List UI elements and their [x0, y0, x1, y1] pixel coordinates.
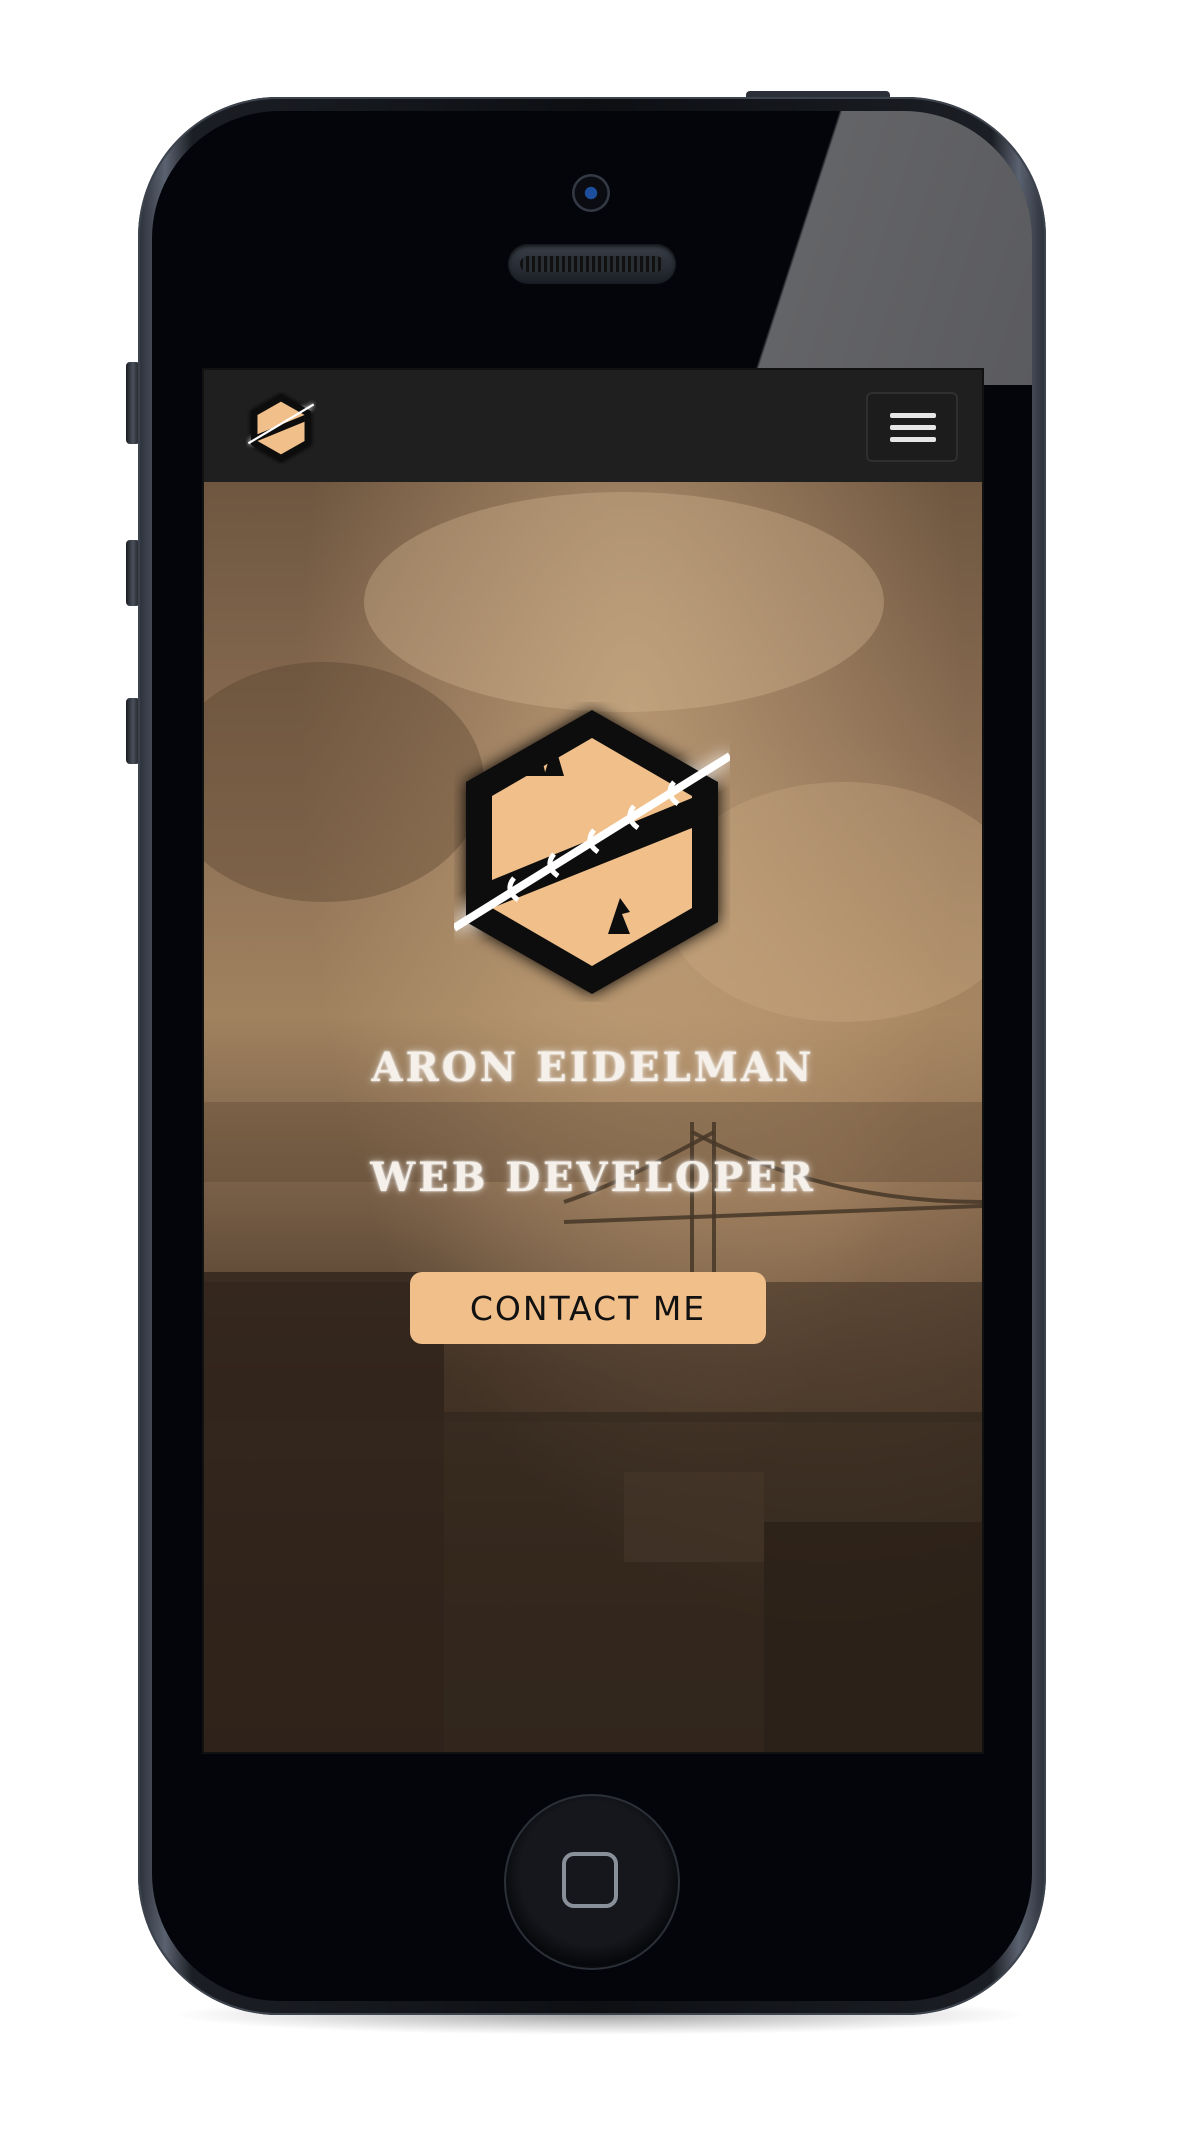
hamburger-bar [890, 425, 936, 430]
home-square-icon [562, 1852, 618, 1908]
hex-spear-logo-icon[interactable] [246, 392, 316, 464]
bay-bridge-background [204, 492, 982, 1752]
navbar [204, 370, 982, 482]
home-button[interactable] [504, 1794, 680, 1970]
menu-toggle-button[interactable] [866, 392, 958, 462]
hero-job-title: WEB DEVELOPER [370, 1154, 816, 1201]
hero-section: ARON EIDELMAN WEB DEVELOPER CONTACT ME [204, 482, 982, 1752]
speaker-grille [508, 244, 676, 284]
phone-screen: ARON EIDELMAN WEB DEVELOPER CONTACT ME [204, 370, 982, 1752]
hamburger-menu-icon [890, 413, 936, 418]
front-camera-icon [572, 174, 610, 212]
contact-me-button[interactable]: CONTACT ME [410, 1272, 766, 1344]
hamburger-bar [890, 437, 936, 442]
hex-spear-logo-icon [454, 710, 730, 994]
hero-name: ARON EIDELMAN [371, 1044, 815, 1091]
